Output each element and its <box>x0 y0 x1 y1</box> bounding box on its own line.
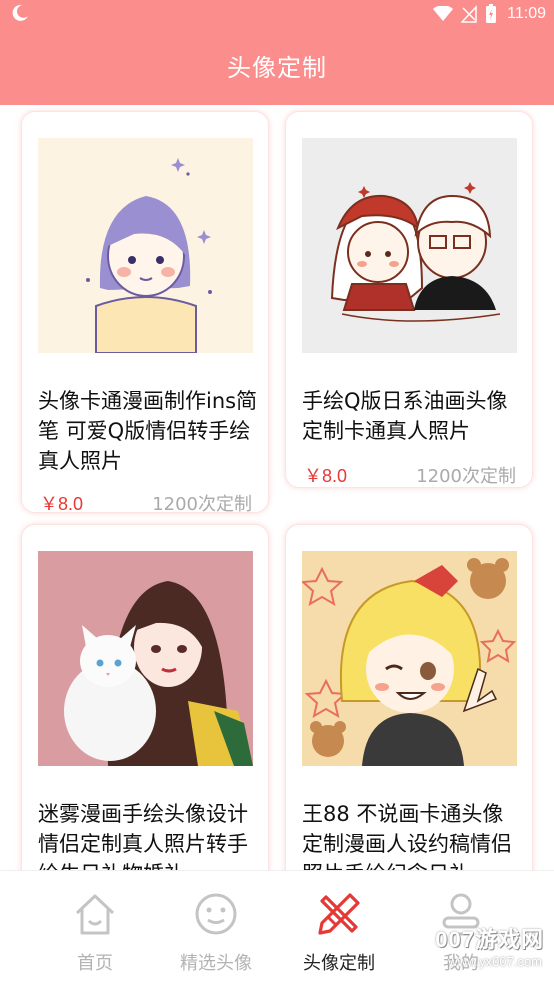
no-signal-icon <box>461 5 477 23</box>
watermark-url: www.yx007.com <box>448 954 542 969</box>
status-time: 11:09 <box>507 5 546 22</box>
product-title: 头像卡通漫画制作ins简笔 可爱Q版情侣转手绘真人照片 <box>38 389 258 473</box>
product-grid[interactable]: 头像卡通漫画制作ins简笔 可爱Q版情侣转手绘真人照片 ￥8.0 1200次定制 <box>0 105 554 870</box>
product-sold-count: 1200次定制 <box>416 466 516 487</box>
tab-home[interactable]: 首页 <box>26 871 164 986</box>
product-card[interactable]: 迷雾漫画手绘头像设计情侣定制真人照片转手绘生日礼物婚礼 <box>21 524 269 870</box>
watermark-logo-text: 007游戏网 <box>435 927 544 952</box>
battery-icon <box>486 4 497 23</box>
product-price: ￥8.0 <box>40 494 84 514</box>
custom-tools-icon <box>318 893 360 935</box>
product-card[interactable]: 手绘Q版日系油画头像定制卡通真人照片 ￥8.0 1200次定制 <box>285 111 533 488</box>
product-price: ￥8.0 <box>304 466 348 486</box>
app-header: 11:09 头像定制 <box>0 0 554 105</box>
product-title: 王88 不说画卡通头像定制漫画人设约稿情侣照片手绘纪念日礼 <box>302 802 512 870</box>
tab-label: 头像定制 <box>303 953 375 974</box>
product-thumbnail <box>38 551 253 766</box>
do-not-disturb-moon-icon <box>12 4 28 21</box>
product-card[interactable]: 头像卡通漫画制作ins简笔 可爱Q版情侣转手绘真人照片 ￥8.0 1200次定制 <box>21 111 269 515</box>
wifi-icon <box>433 6 454 21</box>
product-title: 手绘Q版日系油画头像定制卡通真人照片 <box>302 389 508 443</box>
watermark: 007游戏网 www.yx007.com <box>415 920 550 980</box>
product-title: 迷雾漫画手绘头像设计情侣定制真人照片转手绘生日礼物婚礼 <box>38 802 248 870</box>
tab-label: 精选头像 <box>180 953 252 974</box>
product-card[interactable]: 王88 不说画卡通头像定制漫画人设约稿情侣照片手绘纪念日礼 <box>285 524 533 870</box>
tab-featured-avatars[interactable]: 精选头像 <box>147 871 285 986</box>
home-icon <box>75 894 115 935</box>
product-sold-count: 1200次定制 <box>152 494 252 515</box>
product-thumbnail <box>38 138 253 353</box>
page-title: 头像定制 <box>227 54 327 82</box>
tab-label: 首页 <box>77 953 113 974</box>
product-thumbnail <box>302 138 517 353</box>
status-right-group: 11:09 <box>433 2 546 26</box>
tab-avatar-customization[interactable]: 头像定制 <box>270 871 408 986</box>
smiley-icon <box>195 893 237 935</box>
status-bar: 11:09 <box>0 0 554 28</box>
product-thumbnail <box>302 551 517 766</box>
